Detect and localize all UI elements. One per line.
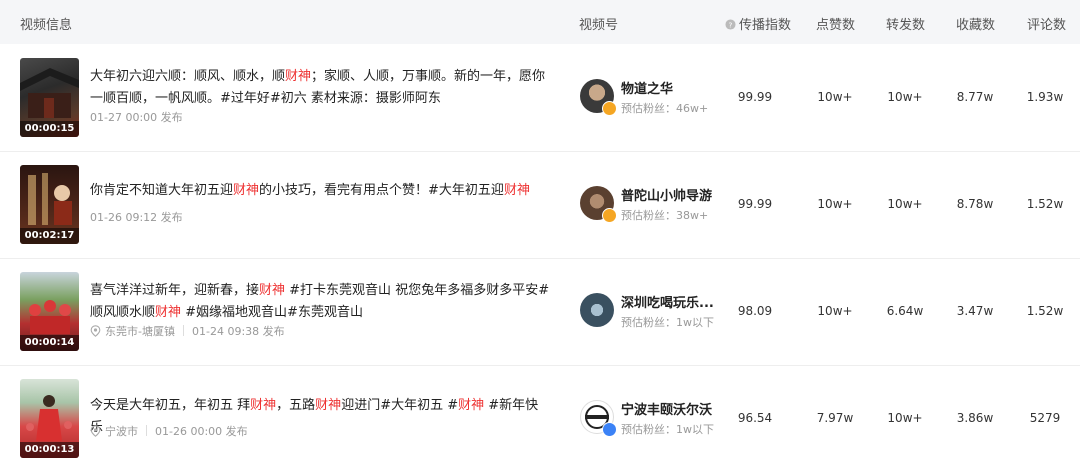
table-row[interactable]: 00:00:15 大年初六迎六顺：顺风、顺水，顺财神；家顺、人顺，万事顺。新的一…	[0, 44, 1080, 152]
likes-count: 7.97w	[816, 411, 854, 425]
fans-estimate: 预估粉丝：38w+	[621, 209, 709, 222]
col-favorites[interactable]: 收藏数	[956, 14, 995, 33]
divider	[182, 325, 184, 336]
col-shares[interactable]: 转发数	[886, 14, 925, 33]
publish-time: 01-26 00:00 发布	[155, 425, 248, 438]
favorites-count: 8.77w	[956, 90, 994, 104]
table-row[interactable]: 00:00:14 喜气洋洋过新年，迎新春，接财神 #打卡东莞观音山 祝您兔年多福…	[0, 258, 1080, 366]
video-thumbnail[interactable]: 00:00:15	[20, 58, 79, 137]
shares-count: 10w+	[887, 197, 923, 211]
video-duration: 00:00:13	[20, 442, 79, 458]
publish-time: 01-24 09:38 发布	[191, 325, 285, 338]
video-meta: 宁波市 01-26 00:00 发布	[90, 423, 248, 439]
shares-count: 10w+	[887, 411, 923, 425]
comments-count: 1.52w	[1026, 304, 1064, 318]
video-thumbnail[interactable]: 00:02:17	[20, 165, 79, 244]
col-comments[interactable]: 评论数	[1027, 14, 1066, 33]
likes-count: 10w+	[817, 197, 853, 211]
thumbnail-art	[26, 395, 72, 441]
verified-badge-icon	[602, 208, 617, 223]
thumbnail-art	[20, 68, 79, 118]
video-meta: 01-26 09:12 发布	[90, 209, 183, 225]
video-thumbnail[interactable]: 00:00:14	[20, 272, 79, 351]
shares-count: 10w+	[887, 90, 923, 104]
fans-estimate: 预估粉丝：1w以下	[621, 423, 714, 436]
comments-count: 5279	[1029, 411, 1061, 425]
table-row[interactable]: 00:02:17 你肯定不知道大年初五迎财神的小技巧，看完有用点个赞！#大年初五…	[0, 151, 1080, 259]
verified-badge-icon	[602, 101, 617, 116]
spread-index: 99.99	[737, 197, 773, 211]
col-account: 视频号	[579, 18, 619, 33]
publish-time: 01-27 00:00 发布	[90, 111, 183, 124]
col-video-info: 视频信息	[20, 18, 73, 33]
video-title[interactable]: 大年初六迎六顺：顺风、顺水，顺财神；家顺、人顺，万事顺。新的一年，愿你一顺百顺，…	[90, 66, 550, 110]
favorites-count: 8.78w	[956, 197, 994, 211]
video-thumbnail[interactable]: 00:00:13	[20, 379, 79, 458]
avatar[interactable]	[580, 293, 614, 327]
publish-time: 01-26 09:12 发布	[90, 211, 183, 224]
col-spread-index[interactable]: ? 传播指数	[725, 14, 791, 33]
fans-estimate: 预估粉丝：46w+	[621, 102, 709, 115]
spread-index: 96.54	[737, 411, 773, 425]
svg-text:?: ?	[729, 20, 733, 29]
likes-count: 10w+	[817, 90, 853, 104]
table-row[interactable]: 00:00:13 今天是大年初五，年初五 拜财神，五路财神迎进门#大年初五 #财…	[0, 365, 1080, 472]
favorites-count: 3.86w	[956, 411, 994, 425]
author-name[interactable]: 物道之华	[621, 78, 673, 97]
likes-count: 10w+	[817, 304, 853, 318]
verified-badge-icon	[602, 422, 617, 437]
author-name[interactable]: 深圳吃喝玩乐...	[621, 292, 714, 311]
video-meta: 东莞市-塘厦镇 01-24 09:38 发布	[90, 323, 285, 339]
thumbnail-art	[28, 173, 72, 225]
question-circle-icon[interactable]: ?	[725, 19, 736, 30]
author-name[interactable]: 普陀山小帅导游	[621, 185, 712, 204]
video-title[interactable]: 喜气洋洋过新年，迎新春，接财神 #打卡东莞观音山 祝您兔年多福多财多平安#顺风顺…	[90, 280, 550, 324]
video-duration: 00:00:15	[20, 121, 79, 137]
video-duration: 00:00:14	[20, 335, 79, 351]
author-name[interactable]: 宁波丰颐沃尔沃	[621, 399, 712, 418]
comments-count: 1.52w	[1026, 197, 1064, 211]
table-header: 视频信息 视频号 ? 传播指数 点赞数 转发数 收藏数 评论数	[0, 0, 1080, 44]
spread-index: 99.99	[737, 90, 773, 104]
video-duration: 00:02:17	[20, 228, 79, 244]
favorites-count: 3.47w	[956, 304, 994, 318]
spread-index: 98.09	[737, 304, 773, 318]
divider	[146, 425, 147, 436]
video-meta: 01-27 00:00 发布	[90, 109, 183, 125]
location: 宁波市	[105, 425, 138, 438]
fans-estimate: 预估粉丝：1w以下	[621, 316, 714, 329]
thumbnail-art	[29, 300, 71, 334]
col-likes[interactable]: 点赞数	[816, 14, 855, 33]
location-pin-icon	[90, 325, 101, 337]
location-pin-icon	[90, 425, 101, 437]
video-title[interactable]: 你肯定不知道大年初五迎财神的小技巧，看完有用点个赞！#大年初五迎财神	[90, 180, 550, 202]
comments-count: 1.93w	[1026, 90, 1064, 104]
shares-count: 6.64w	[886, 304, 924, 318]
location: 东莞市-塘厦镇	[105, 325, 175, 338]
